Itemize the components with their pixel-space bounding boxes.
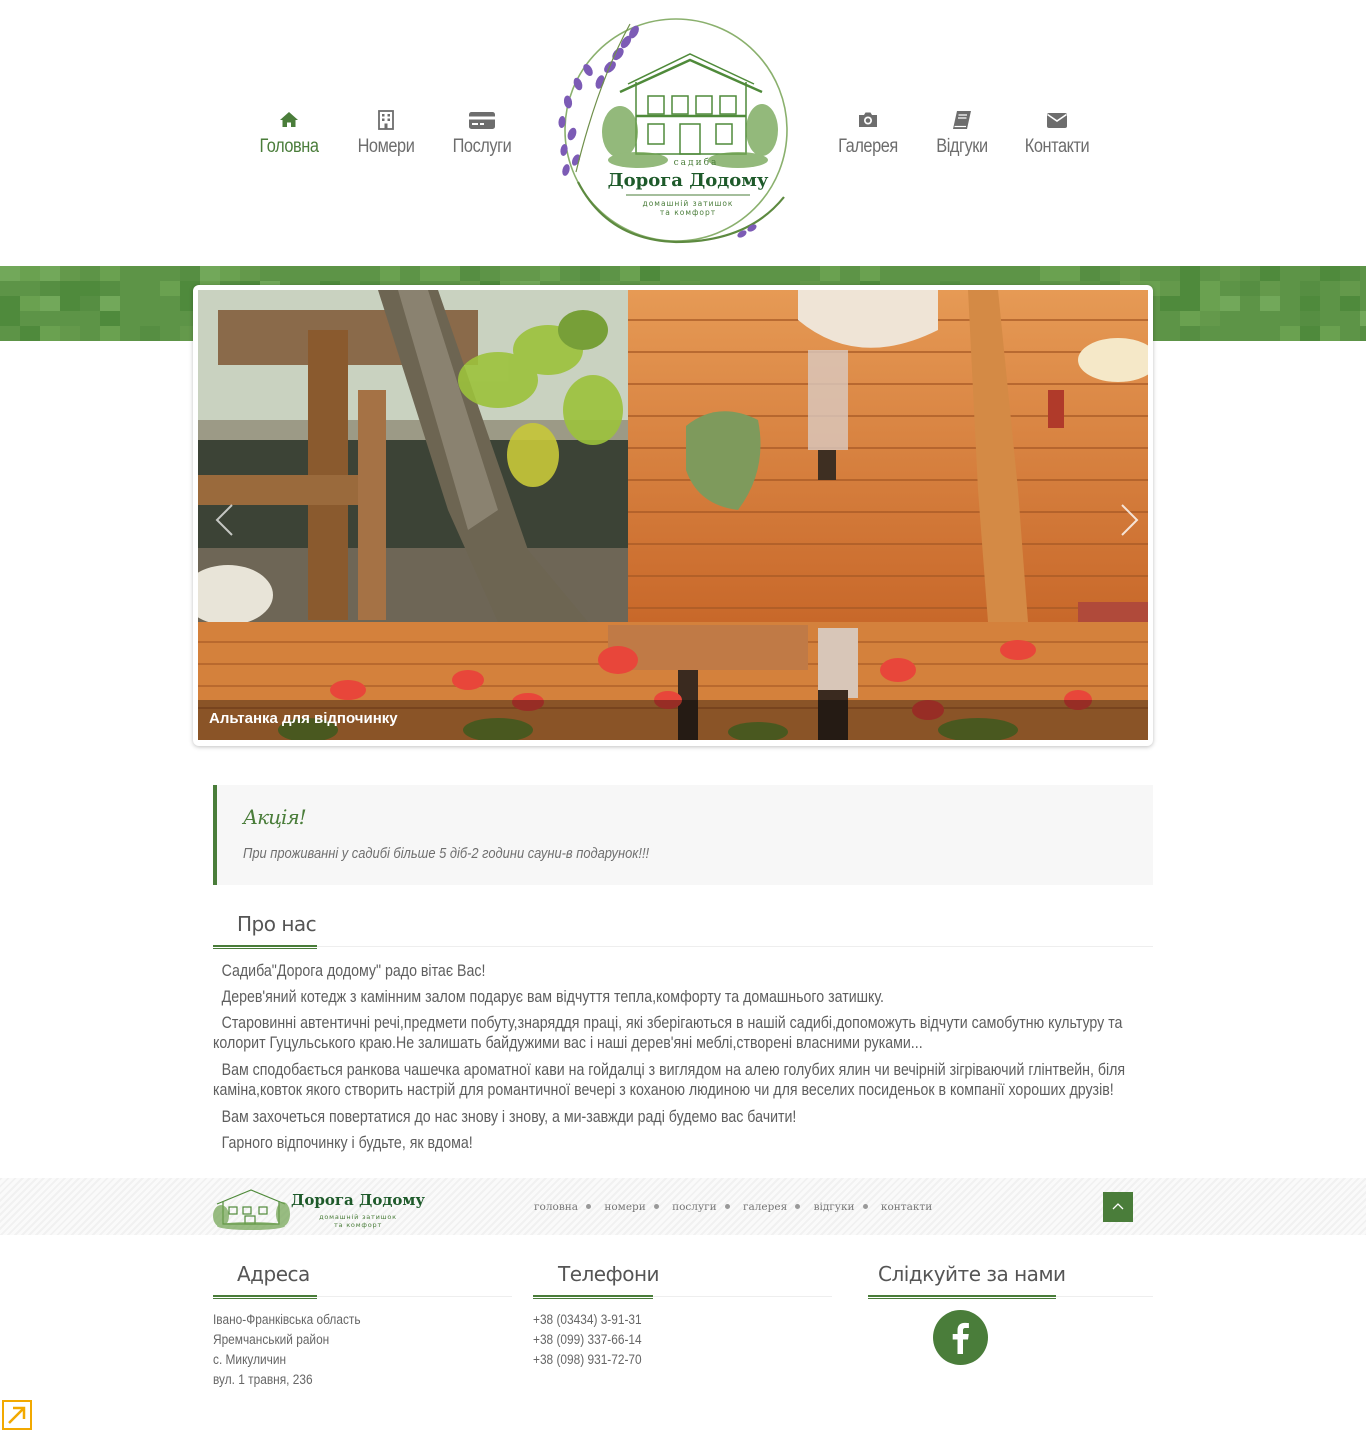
svg-text:Дорога Додому: Дорога Додому — [291, 1191, 425, 1209]
address-line: с. Микуличин — [213, 1352, 287, 1367]
site-logo[interactable]: садиба Дорога Додому домашній затишок та… — [548, 12, 804, 250]
image-slider: Альтанка для відпочинку — [193, 285, 1153, 746]
footer-link-contacts[interactable]: контакти — [881, 1201, 932, 1213]
footer-link-gallery[interactable]: галерея — [743, 1201, 787, 1213]
book-icon — [953, 111, 971, 129]
phone-line[interactable]: +38 (03434) 3-91-31 — [533, 1310, 642, 1330]
nav-contacts[interactable]: Контакти — [1007, 108, 1107, 158]
svg-text:Дорога Додому: Дорога Додому — [608, 170, 769, 191]
about-heading-block: Про нас — [213, 912, 1153, 952]
slide-photo — [198, 290, 1148, 740]
svg-text:та комфорт: та комфорт — [334, 1221, 382, 1229]
address-heading: Адреса — [237, 1262, 310, 1286]
social-heading-block: Слідкуйте за нами — [868, 1262, 1153, 1302]
promo-text: При проживанні у садибі більше 5 діб-2 г… — [243, 845, 650, 862]
nav-services-label: Послуги — [452, 136, 512, 157]
footer-link-rooms[interactable]: номери — [604, 1201, 645, 1213]
slider-next-arrow[interactable] — [1118, 502, 1142, 538]
credit-card-icon — [469, 112, 495, 129]
nav-rooms-label: Номери — [357, 136, 415, 157]
nav-contacts-label: Контакти — [1024, 136, 1090, 157]
slide-caption-bar: Альтанка для відпочинку — [198, 700, 1148, 740]
expand-corner-icon[interactable] — [2, 1400, 32, 1430]
footer-link-reviews[interactable]: відгуки — [814, 1201, 855, 1213]
facebook-icon — [952, 1322, 969, 1354]
footer-link-home[interactable]: головна — [534, 1201, 578, 1213]
about-paragraph: Садиба"Дорога додому" радо вітає Вас! — [221, 962, 486, 980]
address-text: Івано-Франківська область Яремчанський р… — [213, 1310, 361, 1390]
svg-text:садиба: садиба — [674, 157, 719, 168]
camera-icon — [859, 112, 877, 127]
envelope-icon — [1047, 113, 1067, 128]
nav-reviews-label: Відгуки — [936, 136, 988, 157]
address-heading-block: Адреса — [213, 1262, 512, 1302]
nav-gallery[interactable]: Галерея — [818, 108, 918, 158]
address-line: Івано-Франківська область — [213, 1312, 361, 1327]
phones-heading-block: Телефони — [533, 1262, 832, 1302]
phones-text: +38 (03434) 3-91-31 +38 (099) 337-66-14 … — [533, 1310, 642, 1370]
slider-prev-arrow[interactable] — [212, 502, 236, 538]
address-line: вул. 1 травня, 236 — [213, 1372, 313, 1387]
phone-line[interactable]: +38 (099) 337-66-14 — [533, 1330, 642, 1350]
chevron-up-icon — [1112, 1203, 1124, 1210]
home-icon — [280, 112, 298, 127]
nav-home[interactable]: Головна — [239, 108, 339, 158]
site-header: Головна Номери Послуги садиба Дорога Дод… — [0, 0, 1366, 266]
about-paragraph: Старовинні автентичні речі,предмети побу… — [213, 1014, 1123, 1052]
svg-text:та комфорт: та комфорт — [660, 208, 716, 217]
about-paragraph: Вам захочеться повертатися до нас знову … — [221, 1108, 797, 1126]
nav-gallery-label: Галерея — [838, 136, 898, 157]
svg-text:домашній затишок: домашній затишок — [319, 1213, 397, 1221]
about-paragraph: Гарного відпочинку і будьте, як вдома! — [221, 1134, 473, 1152]
address-line: Яремчанський район — [213, 1332, 330, 1347]
nav-services[interactable]: Послуги — [432, 108, 532, 158]
about-heading: Про нас — [237, 912, 317, 936]
nav-home-label: Головна — [259, 136, 319, 157]
scroll-to-top-button[interactable] — [1103, 1192, 1133, 1222]
footer-nav: головна номери послуги галерея відгуки к… — [534, 1201, 932, 1213]
facebook-button[interactable] — [933, 1310, 988, 1365]
promo-title: Акція! — [243, 805, 307, 829]
footer-logo[interactable]: Дорога Додому домашній затишок та комфор… — [213, 1186, 429, 1230]
footer-link-services[interactable]: послуги — [672, 1201, 717, 1213]
social-heading: Слідкуйте за нами — [878, 1262, 1066, 1286]
nav-reviews[interactable]: Відгуки — [912, 108, 1012, 158]
svg-text:домашній затишок: домашній затишок — [643, 199, 734, 208]
phone-line[interactable]: +38 (098) 931-72-70 — [533, 1350, 642, 1370]
about-paragraph: Вам сподобається ранкова чашечка ароматн… — [213, 1061, 1126, 1099]
house-illustration — [619, 53, 763, 155]
about-paragraph: Дерев'яний котедж з камінним залом подар… — [221, 988, 884, 1006]
promo-box: Акція! При проживанні у садибі більше 5 … — [213, 785, 1153, 885]
phones-heading: Телефони — [558, 1262, 660, 1286]
slide-image: Альтанка для відпочинку — [198, 290, 1148, 740]
nav-rooms[interactable]: Номери — [336, 108, 436, 158]
slide-caption: Альтанка для відпочинку — [209, 710, 398, 727]
building-icon — [378, 110, 394, 130]
